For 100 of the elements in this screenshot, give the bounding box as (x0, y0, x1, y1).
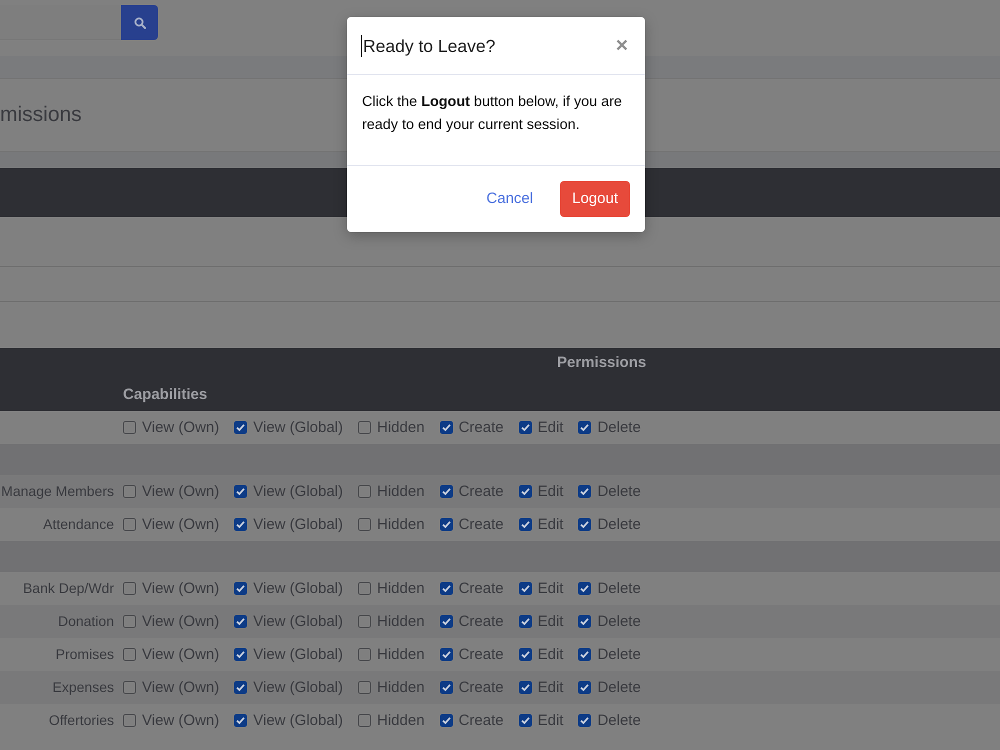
row-label: Manage Members (1, 482, 114, 498)
row-label: Expenses (52, 678, 114, 694)
column-header: Capabilities (123, 386, 208, 403)
checkbox-label: View (Global) (253, 418, 344, 436)
checkbox[interactable] (123, 615, 136, 628)
checkbox[interactable] (358, 681, 372, 694)
checkbox[interactable] (518, 681, 532, 694)
checkbox-label: Hidden (377, 516, 425, 534)
checkbox[interactable] (518, 518, 532, 531)
checkbox-label: View (Own) (142, 678, 220, 696)
checkbox-label: Create (458, 580, 504, 598)
checkbox-label: Create (458, 482, 504, 500)
checkbox-label: View (Global) (253, 712, 344, 730)
checkbox[interactable] (123, 421, 136, 434)
checkbox-label: Hidden (377, 678, 425, 696)
logout-button[interactable]: Logout (560, 181, 630, 217)
row-label: Offertories (48, 712, 114, 728)
checkbox-label: Delete (597, 516, 641, 534)
checkbox-label: View (Global) (253, 612, 344, 630)
search-icon (134, 16, 146, 28)
checkbox[interactable] (578, 714, 592, 727)
checkbox[interactable] (578, 518, 592, 531)
checkbox-label: Hidden (377, 712, 425, 730)
checkbox-label: Create (458, 418, 504, 436)
checkbox[interactable] (123, 518, 136, 531)
checkbox-label: View (Global) (253, 516, 344, 534)
checkbox[interactable] (358, 714, 372, 727)
checkbox-label: Create (458, 516, 504, 534)
dialog-message: Click the Logout button below, if you are ready to end your current session. (362, 93, 623, 135)
text-cursor-icon (361, 34, 362, 56)
checkbox[interactable] (518, 714, 532, 727)
checkbox[interactable] (518, 582, 532, 595)
checkbox[interactable] (358, 582, 372, 595)
checkbox[interactable] (440, 648, 453, 661)
checkbox[interactable] (234, 518, 248, 531)
checkbox[interactable] (578, 485, 592, 498)
checkbox-label: View (Global) (253, 580, 344, 598)
checkbox[interactable] (440, 518, 453, 531)
checkbox-label: Edit (538, 516, 564, 534)
checkbox-label: Create (458, 712, 504, 730)
checkbox[interactable] (123, 714, 136, 727)
checkbox[interactable] (440, 421, 453, 434)
checkbox-label: Hidden (377, 482, 425, 500)
checkbox[interactable] (578, 582, 592, 595)
checkbox[interactable] (358, 485, 372, 498)
checkbox[interactable] (358, 648, 372, 661)
checkbox[interactable] (578, 421, 592, 434)
checkbox-label: Delete (597, 580, 641, 598)
checkbox-label: Create (458, 612, 504, 630)
checkbox[interactable] (358, 421, 372, 434)
checkbox[interactable] (578, 681, 592, 694)
checkbox[interactable] (440, 615, 453, 628)
search-button[interactable] (121, 5, 158, 40)
checkbox[interactable] (358, 518, 372, 531)
checkbox[interactable] (440, 582, 453, 595)
checkbox[interactable] (440, 485, 453, 498)
checkbox-label: Edit (538, 678, 564, 696)
checkbox-label: Delete (597, 612, 641, 630)
checkbox-label: View (Own) (142, 482, 220, 500)
checkbox-label: Delete (597, 482, 641, 500)
checkbox-label: View (Global) (253, 678, 344, 696)
checkbox-label: View (Own) (142, 646, 220, 664)
checkbox-label: Hidden (377, 580, 425, 598)
checkbox[interactable] (234, 615, 248, 628)
checkbox-label: Edit (538, 646, 564, 664)
checkbox[interactable] (358, 615, 372, 628)
row-label: Bank Dep/Wdr (22, 580, 114, 596)
checkbox-label: View (Own) (142, 712, 220, 730)
checkbox-label: Create (458, 646, 504, 664)
row-label: Attendance (43, 516, 114, 532)
checkbox[interactable] (234, 714, 248, 727)
checkbox[interactable] (123, 681, 136, 694)
checkbox[interactable] (578, 615, 592, 628)
checkbox-label: View (Own) (142, 418, 220, 436)
checkbox[interactable] (234, 421, 248, 434)
close-button[interactable]: × (614, 36, 630, 56)
checkbox[interactable] (234, 582, 248, 595)
checkbox-label: Edit (538, 580, 564, 598)
checkbox[interactable] (440, 681, 453, 694)
checkbox[interactable] (234, 681, 248, 694)
checkbox[interactable] (123, 582, 136, 595)
checkbox[interactable] (123, 485, 136, 498)
checkbox[interactable] (518, 648, 532, 661)
checkbox[interactable] (123, 648, 136, 661)
checkbox-label: Edit (538, 482, 564, 500)
checkbox[interactable] (440, 714, 453, 727)
checkbox-label: Hidden (377, 646, 425, 664)
dialog-title: Ready to Leave? (363, 34, 496, 58)
checkbox-label: Hidden (377, 418, 425, 436)
checkbox[interactable] (578, 648, 592, 661)
checkbox[interactable] (234, 648, 248, 661)
checkbox[interactable] (518, 485, 532, 498)
checkbox-label: View (Own) (142, 580, 220, 598)
checkbox-label: Delete (597, 418, 641, 436)
checkbox[interactable] (518, 421, 532, 434)
checkbox-label: View (Global) (253, 482, 344, 500)
cancel-button[interactable]: Cancel (474, 181, 546, 217)
checkbox-label: View (Own) (142, 516, 220, 534)
checkbox[interactable] (518, 615, 532, 628)
checkbox[interactable] (234, 485, 248, 498)
